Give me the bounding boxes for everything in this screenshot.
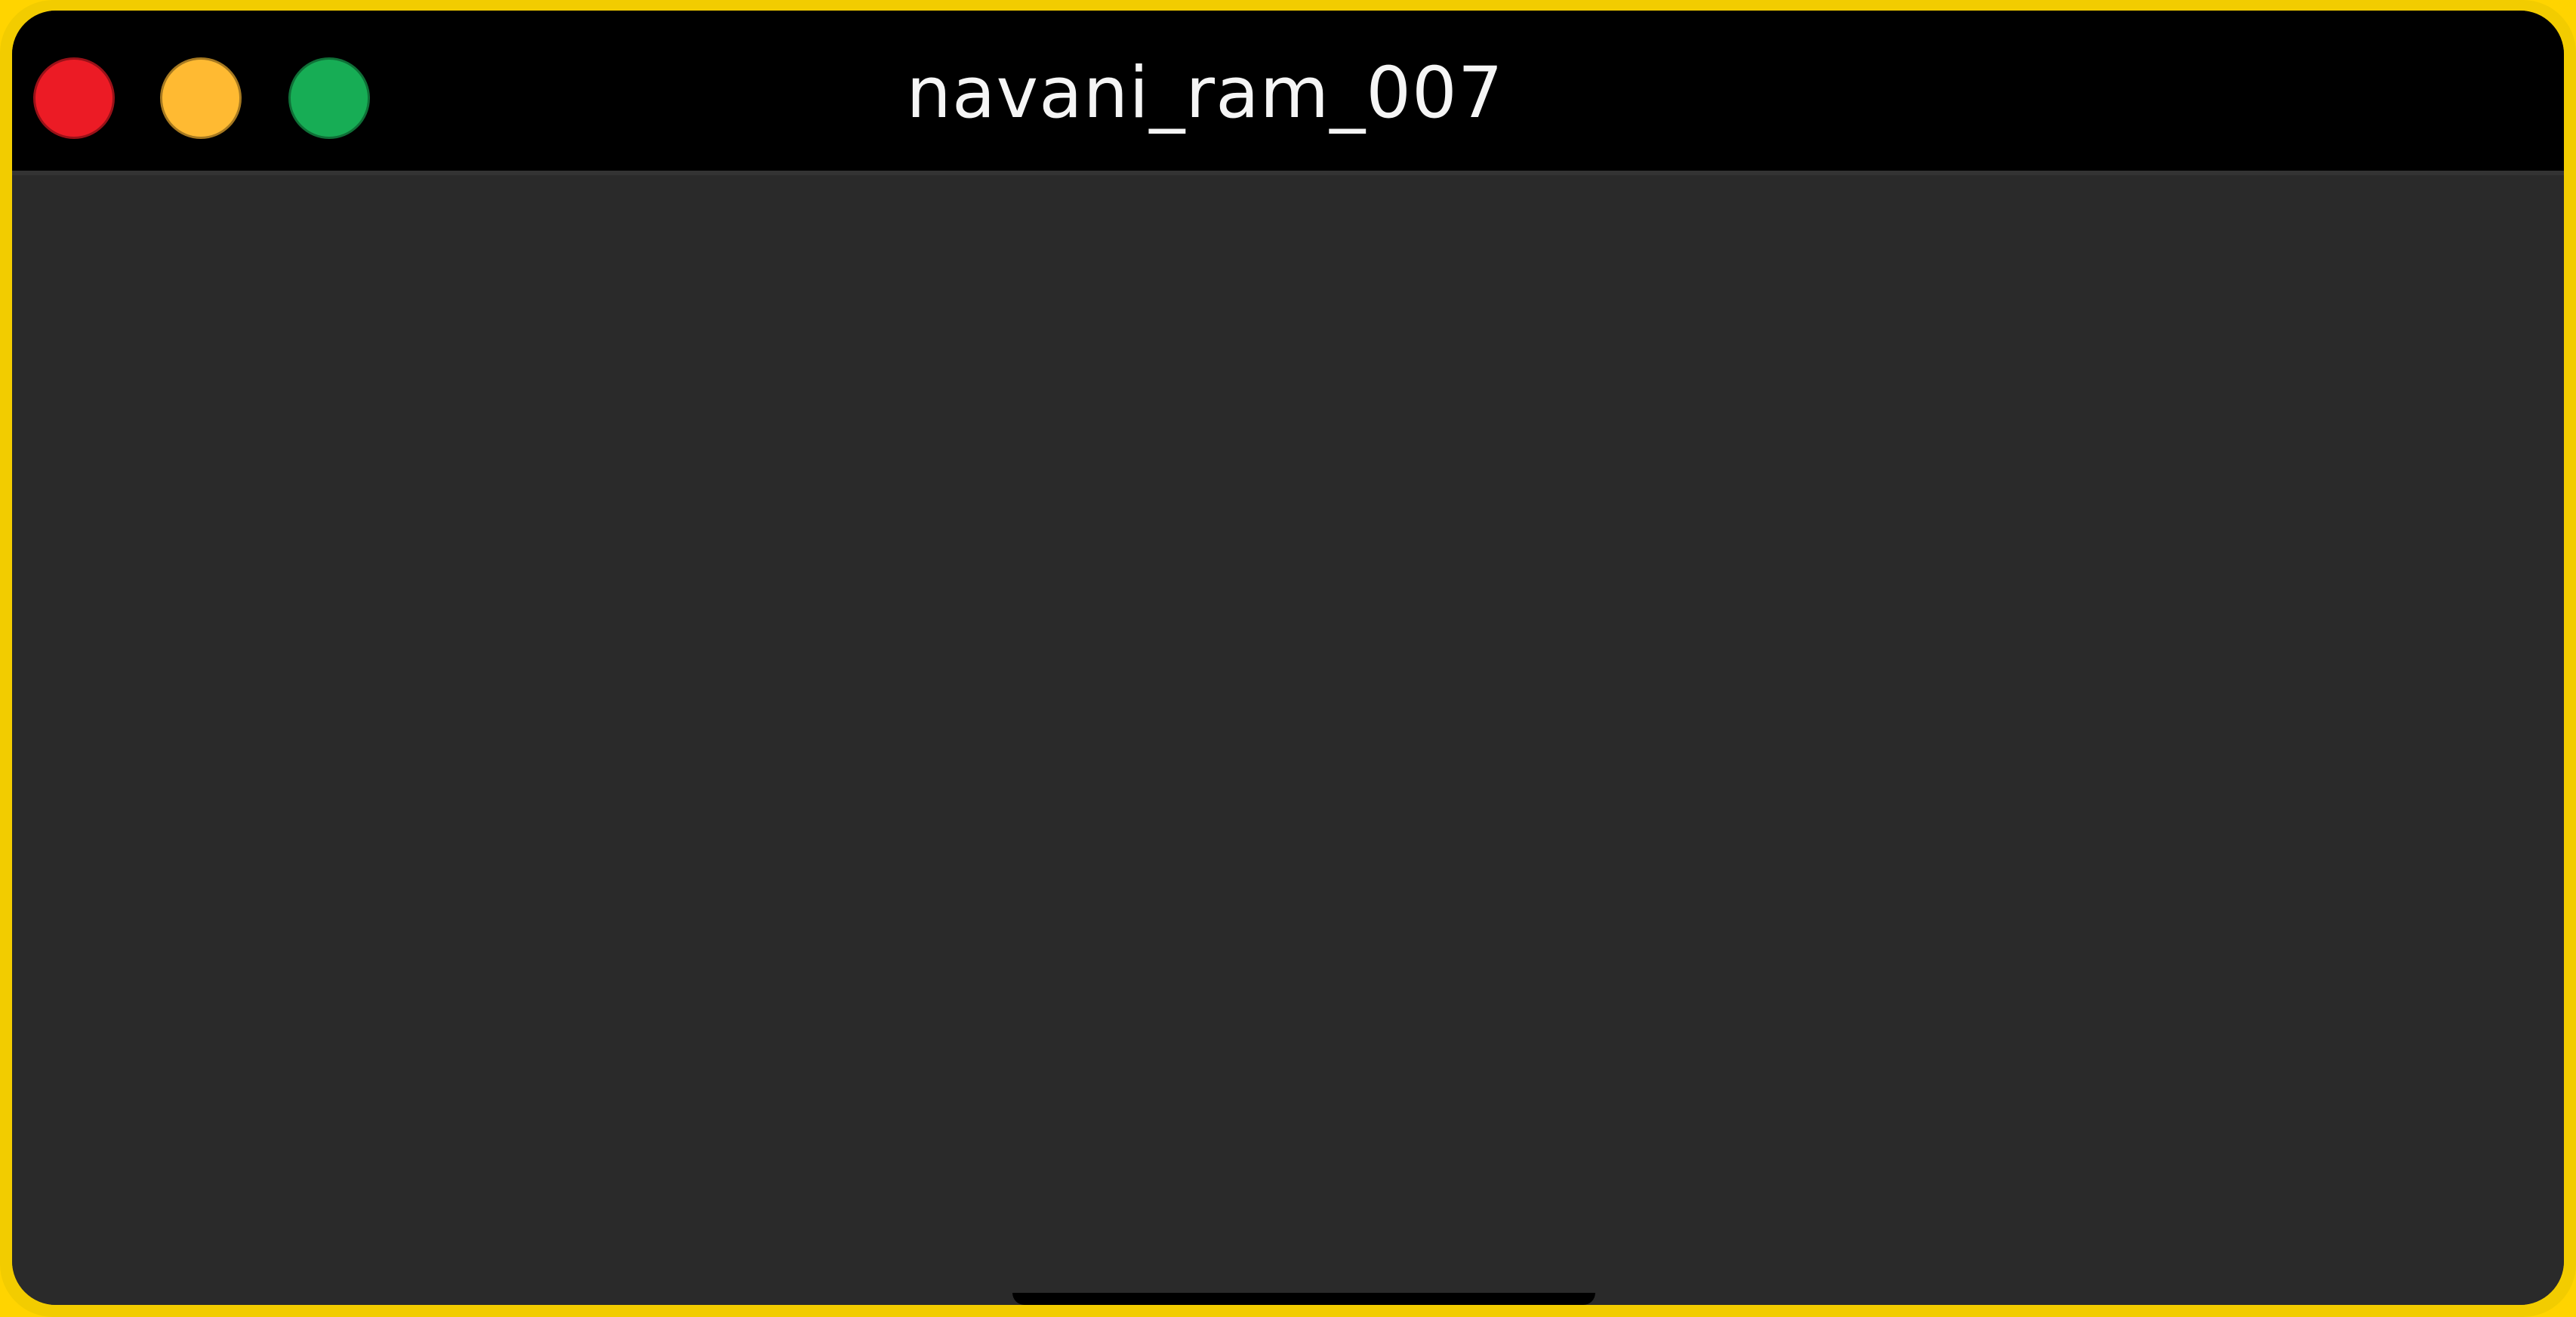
app-window: navani_ram_007 xyxy=(12,11,2564,1305)
window-title: navani_ram_007 xyxy=(906,51,1504,134)
window-frame: navani_ram_007 xyxy=(0,0,2576,1317)
title-bar[interactable]: navani_ram_007 xyxy=(12,11,2564,175)
empty-content-area xyxy=(12,175,2564,1305)
bottom-notch xyxy=(1012,1293,1595,1305)
